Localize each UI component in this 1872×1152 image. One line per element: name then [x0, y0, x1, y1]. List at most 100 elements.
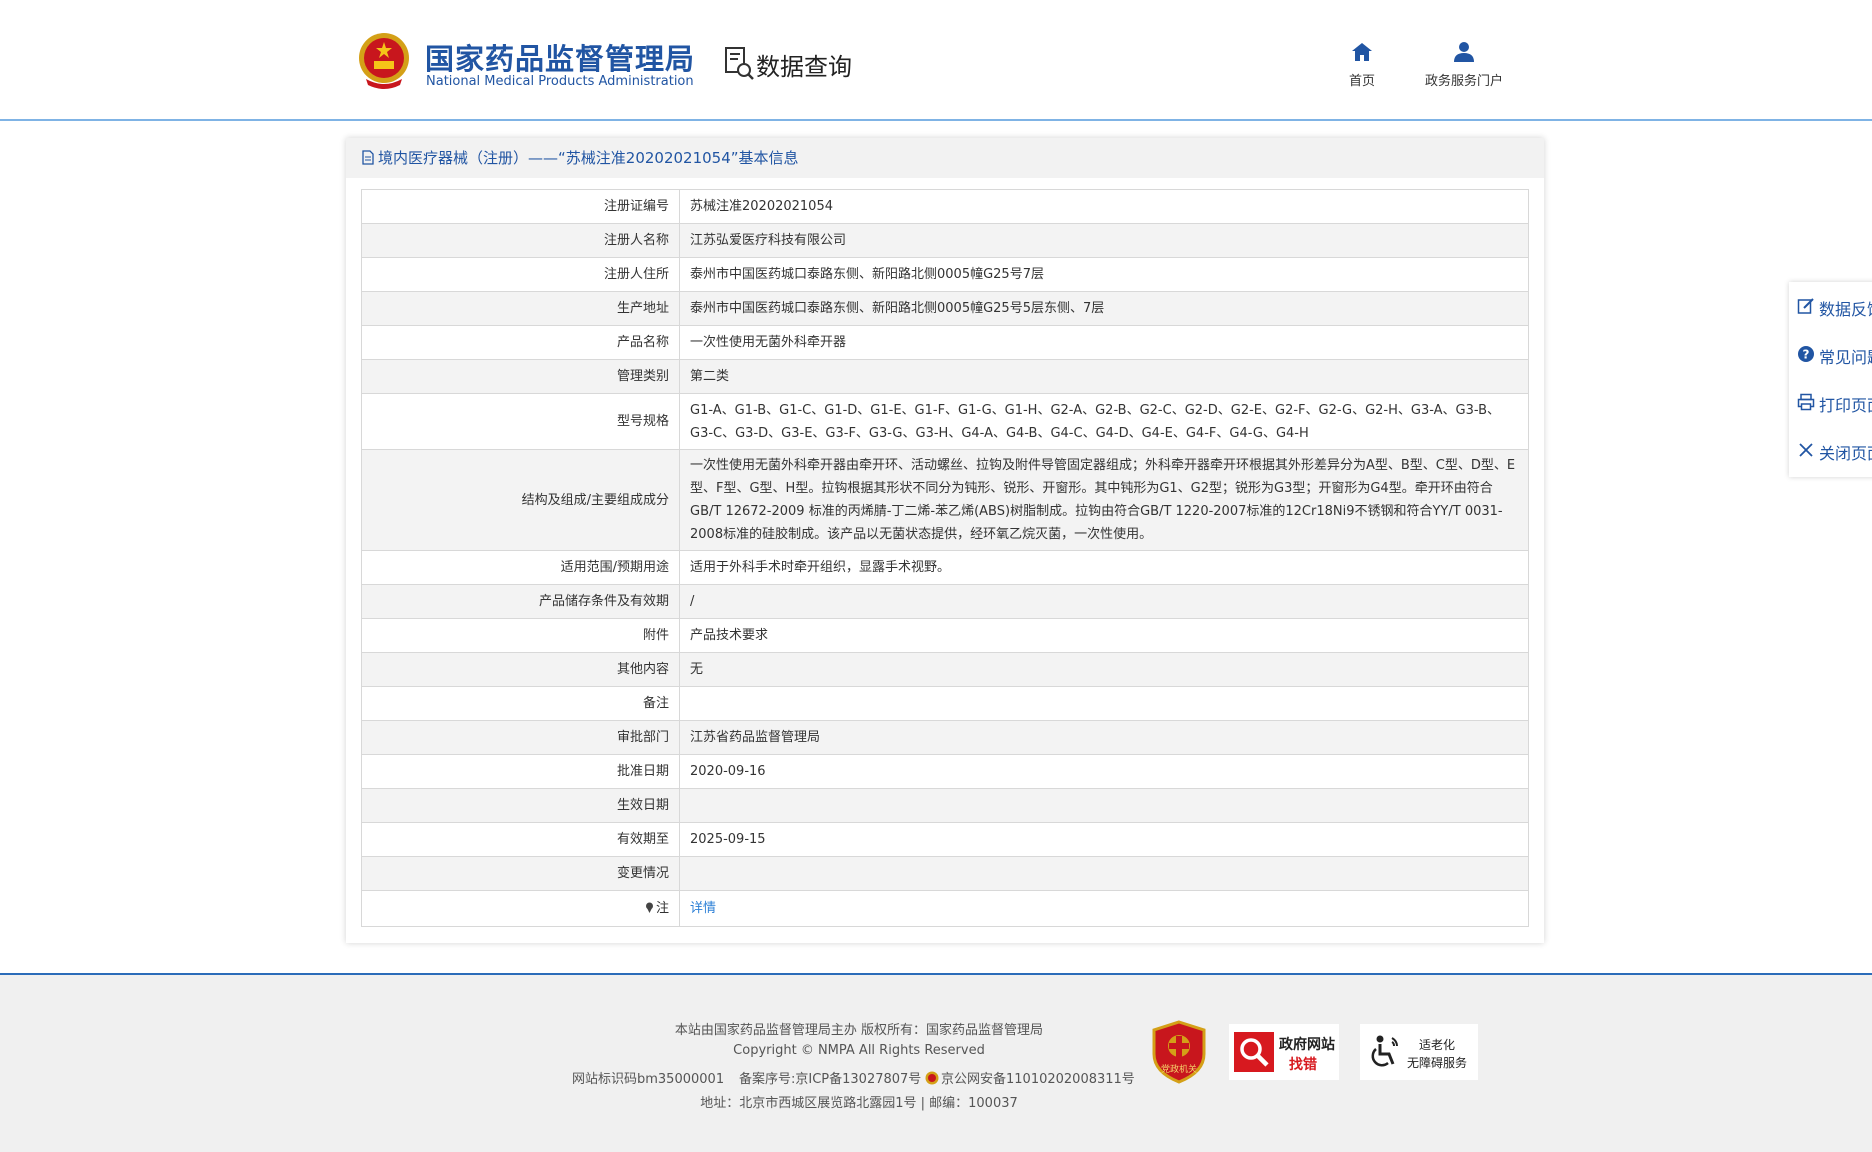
- row-value: G1-A、G1-B、G1-C、G1-D、G1-E、G1-F、G1-G、G1-H、…: [679, 393, 1529, 450]
- data-query-title: 数据查询: [756, 53, 852, 81]
- row-label: 附件: [361, 618, 680, 653]
- feedback-button[interactable]: 数据反馈: [1789, 282, 1872, 330]
- table-row: 注册人名称 江苏弘爱医疗科技有限公司: [361, 223, 1529, 258]
- row-label: 产品储存条件及有效期: [361, 584, 680, 619]
- row-label: 其他内容: [361, 652, 680, 687]
- table-row: 其他内容 无: [361, 652, 1529, 687]
- table-row: 批准日期 2020-09-16: [361, 754, 1529, 789]
- row-label: 有效期至: [361, 822, 680, 857]
- nav-service-portal-label: 政务服务门户: [1424, 74, 1503, 89]
- faq-button[interactable]: ? 常见问题: [1789, 330, 1872, 378]
- site-footer: [0, 973, 1872, 1152]
- question-icon: ?: [1798, 346, 1814, 362]
- user-icon: [1454, 42, 1474, 62]
- row-label: 结构及组成/主要组成成分: [361, 449, 680, 551]
- site-header: 国家药品监督管理局 National Medical Products Admi…: [0, 0, 1872, 119]
- panel-title-bar: 境内医疗器械（注册）——“苏械注准20202021054”基本信息: [346, 138, 1544, 178]
- police-badge-icon: [925, 1071, 939, 1085]
- panel-title: 境内医疗器械（注册）——“苏械注准20202021054”基本信息: [378, 149, 799, 167]
- row-label: 批准日期: [361, 754, 680, 789]
- table-row: 有效期至 2025-09-15: [361, 822, 1529, 857]
- brand-title-cn: 国家药品监督管理局: [425, 42, 696, 76]
- brand-title-en: National Medical Products Administration: [426, 74, 694, 89]
- party-govt-badge[interactable]: 党政机关: [1150, 1020, 1208, 1084]
- feedback-label: 数据反馈: [1819, 300, 1872, 319]
- table-row: 注册人住所 泰州市中国医药城口泰路东侧、新阳路北侧0005幢G25号7层: [361, 257, 1529, 292]
- table-row: 产品名称 一次性使用无菌外科牵开器: [361, 325, 1529, 360]
- row-label: 生效日期: [361, 788, 680, 823]
- side-toolbar: 数据反馈 ? 常见问题 打印页面 关闭页面: [1789, 282, 1872, 477]
- table-row-note: 注 详情: [361, 890, 1529, 927]
- row-label: 产品名称: [361, 325, 680, 360]
- row-value: 一次性使用无菌外科牵开器: [679, 325, 1529, 360]
- note-label: 注: [655, 901, 669, 916]
- gov-site-label: 政府网站: [1279, 1037, 1335, 1053]
- row-value-note: 详情: [679, 890, 1529, 927]
- table-row: 生效日期: [361, 788, 1529, 823]
- footer-address: 地址：北京市西城区展览路北露园1号 | 邮编：100037: [700, 1096, 1018, 1111]
- table-row: 审批部门 江苏省药品监督管理局: [361, 720, 1529, 755]
- data-query-icon: [725, 47, 754, 80]
- row-value: 适用于外科手术时牵开组织，显露手术视野。: [679, 550, 1529, 585]
- accessibility-icon: [1371, 1035, 1398, 1067]
- svg-text:?: ?: [1803, 348, 1810, 362]
- row-label: 适用范围/预期用途: [361, 550, 680, 585]
- row-value: [679, 856, 1529, 891]
- pin-icon: [645, 902, 653, 913]
- nav-home[interactable]: 首页: [1344, 40, 1380, 89]
- header-divider: [0, 119, 1872, 121]
- footer-police-text: 京公网安备11010202008311号: [941, 1072, 1135, 1087]
- row-value: 泰州市中国医药城口泰路东侧、新阳路北侧0005幢G25号5层东侧、7层: [679, 291, 1529, 326]
- row-value: [679, 788, 1529, 823]
- footer-sponsor: 本站由国家药品监督管理局主办 版权所有：国家药品监督管理局: [674, 1023, 1044, 1038]
- footer-copyright: Copyright © NMPA All Rights Reserved: [733, 1043, 985, 1058]
- row-value: 江苏省药品监督管理局: [679, 720, 1529, 755]
- home-icon: [1352, 43, 1372, 61]
- device-info-panel: 境内医疗器械（注册）——“苏械注准20202021054”基本信息 注册证编号 …: [346, 138, 1544, 943]
- table-row: 产品储存条件及有效期 /: [361, 584, 1529, 619]
- row-label: 生产地址: [361, 291, 680, 326]
- print-icon: [1797, 393, 1815, 411]
- print-button[interactable]: 打印页面: [1789, 378, 1872, 426]
- row-value: 2025-09-15: [679, 822, 1529, 857]
- row-value: 一次性使用无菌外科牵开器由牵开环、活动螺丝、拉钩及附件导管固定器组成；外科牵开器…: [679, 449, 1529, 551]
- table-row: 结构及组成/主要组成成分 一次性使用无菌外科牵开器由牵开环、活动螺丝、拉钩及附件…: [361, 449, 1529, 551]
- row-value: /: [679, 584, 1529, 619]
- row-label: 备注: [361, 686, 680, 721]
- faq-label: 常见问题: [1819, 348, 1872, 367]
- footer-police[interactable]: 京公网安备11010202008311号: [925, 1068, 1135, 1087]
- magnifier-icon: [1234, 1032, 1274, 1072]
- row-value: 江苏弘爱医疗科技有限公司: [679, 223, 1529, 258]
- row-value: [679, 686, 1529, 721]
- table-row: 型号规格 G1-A、G1-B、G1-C、G1-D、G1-E、G1-F、G1-G、…: [361, 393, 1529, 450]
- edit-icon: [1797, 298, 1814, 314]
- row-label: 管理类别: [361, 359, 680, 394]
- row-label: 审批部门: [361, 720, 680, 755]
- row-value: 泰州市中国医药城口泰路东侧、新阳路北侧0005幢G25号7层: [679, 257, 1529, 292]
- row-value: 产品技术要求: [679, 618, 1529, 653]
- accessibility-badge[interactable]: 适老化 无障碍服务: [1360, 1024, 1478, 1080]
- footer-divider: [0, 973, 1872, 975]
- row-label: 变更情况: [361, 856, 680, 891]
- table-row: 变更情况: [361, 856, 1529, 891]
- print-label: 打印页面: [1819, 396, 1872, 415]
- find-error-label: 找错: [1289, 1057, 1317, 1073]
- footer-site-id: 网站标识码bm35000001: [572, 1072, 725, 1087]
- document-icon: [362, 150, 374, 165]
- gov-site-error-badge[interactable]: 政府网站 找错: [1229, 1024, 1339, 1080]
- table-row: 管理类别 第二类: [361, 359, 1529, 394]
- footer-icp[interactable]: 备案序号:京ICP备13027807号: [739, 1068, 921, 1087]
- close-page-label: 关闭页面: [1819, 444, 1872, 463]
- table-row: 生产地址 泰州市中国医药城口泰路东侧、新阳路北侧0005幢G25号5层东侧、7层: [361, 291, 1529, 326]
- table-row: 备注: [361, 686, 1529, 721]
- row-label: 注册人名称: [361, 223, 680, 258]
- row-value: 第二类: [679, 359, 1529, 394]
- table-row: 注册证编号 苏械注准20202021054: [361, 189, 1529, 224]
- row-value: 无: [679, 652, 1529, 687]
- detail-link[interactable]: 详情: [690, 901, 716, 916]
- row-value: 2020-09-16: [679, 754, 1529, 789]
- nav-service-portal[interactable]: 政务服务门户: [1414, 40, 1514, 89]
- close-page-button[interactable]: 关闭页面: [1789, 426, 1872, 474]
- barrier-free-label: 无障碍服务: [1407, 1056, 1468, 1070]
- table-row: 附件 产品技术要求: [361, 618, 1529, 653]
